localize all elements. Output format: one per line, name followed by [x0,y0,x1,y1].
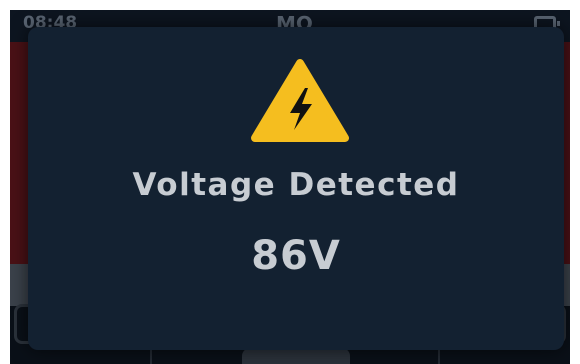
center-softkey-pill [242,348,350,364]
alert-title: Voltage Detected [132,167,460,203]
detected-voltage-value: 86V [251,233,341,279]
voltage-alert-dialog: Voltage Detected 86V [28,27,564,350]
device-screen: 08:48 MΩ Voltage Detected 86V [10,10,570,364]
high-voltage-warning-icon [251,59,349,142]
